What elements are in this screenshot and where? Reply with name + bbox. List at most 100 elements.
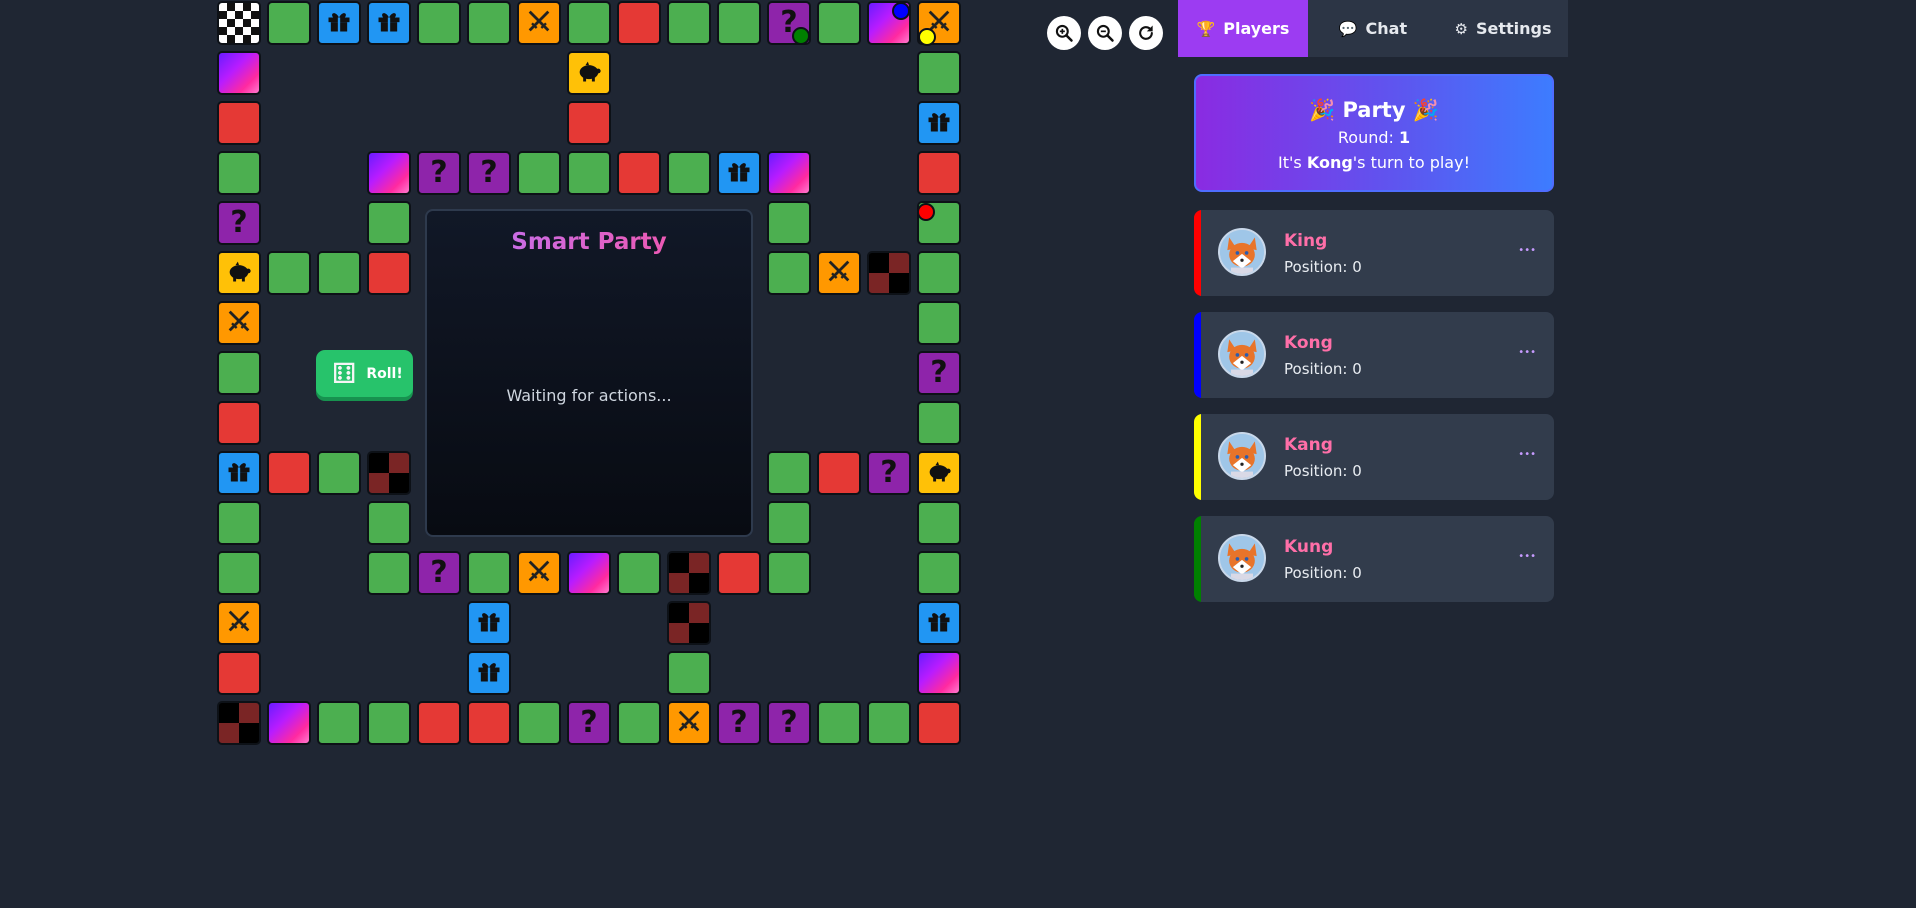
- board-tile-green: [867, 701, 911, 745]
- board-tile-orange: [667, 701, 711, 745]
- player-card[interactable]: King Position: 0 •••: [1194, 210, 1554, 296]
- board-tile-green: [617, 701, 661, 745]
- sidebar: 🏆 Players 💬 Chat ⚙ Settings 🎉 Party 🎉 Ro…: [1178, 0, 1568, 743]
- crossed-swords-icon: [675, 707, 703, 739]
- player-card[interactable]: Kang Position: 0 •••: [1194, 414, 1554, 500]
- board-tile-purple: ?: [917, 351, 961, 395]
- more-options-icon[interactable]: •••: [1518, 551, 1536, 562]
- board-tile-rainbow: [217, 51, 261, 95]
- roll-button[interactable]: ⚅ Roll!: [316, 350, 413, 397]
- board-tile-rainbow: [567, 551, 611, 595]
- board-tile-green: [717, 1, 761, 45]
- board-tile-green: [917, 551, 961, 595]
- avatar: [1218, 330, 1266, 378]
- zoom-out-button[interactable]: [1088, 16, 1122, 50]
- board-tile-green: [217, 551, 261, 595]
- position-value: 0: [1352, 462, 1362, 480]
- position-label: Position:: [1284, 360, 1348, 378]
- board-tile-blue: [467, 601, 511, 645]
- board-tile-green: [667, 1, 711, 45]
- gift-icon: [325, 7, 353, 39]
- board-tile-red: [217, 651, 261, 695]
- board-tile-green: [317, 701, 361, 745]
- crossed-swords-icon: [825, 257, 853, 289]
- reset-icon: [1139, 25, 1153, 40]
- center-panel: Smart Party Waiting for actions...: [425, 209, 753, 537]
- board-tile-green: [217, 501, 261, 545]
- question-mark-icon: ?: [480, 155, 498, 190]
- board-tile-orange: [217, 301, 261, 345]
- player-name: King: [1284, 231, 1328, 251]
- zoom-in-button[interactable]: [1047, 16, 1081, 50]
- question-mark-icon: ?: [880, 455, 898, 490]
- board-tile-purple: ?: [767, 701, 811, 745]
- tab-players[interactable]: 🏆 Players: [1178, 0, 1308, 57]
- gift-icon: [475, 657, 503, 689]
- more-options-icon[interactable]: •••: [1518, 449, 1536, 460]
- board-tile-red: [917, 701, 961, 745]
- board-tile-yellow: [567, 51, 611, 95]
- player-position: Position: 0: [1284, 360, 1362, 378]
- board-tile-green: [367, 701, 411, 745]
- gift-icon: [925, 107, 953, 139]
- board-tile-blue: [317, 1, 361, 45]
- tab-players-label: Players: [1223, 19, 1290, 38]
- board-tile-green: [567, 151, 611, 195]
- question-mark-icon: ?: [230, 205, 248, 240]
- player-card[interactable]: Kong Position: 0 •••: [1194, 312, 1554, 398]
- board-tile-orange: [817, 251, 861, 295]
- board-tile-purple: ?: [867, 451, 911, 495]
- tab-chat[interactable]: 💬 Chat: [1308, 0, 1438, 57]
- position-label: Position:: [1284, 258, 1348, 276]
- board-tile-green: [367, 201, 411, 245]
- board-tile-red: [267, 451, 311, 495]
- player-name: Kang: [1284, 435, 1333, 455]
- board-tile-rainbow: [917, 651, 961, 695]
- board-tile-blue: [717, 151, 761, 195]
- center-title: Smart Party: [427, 229, 751, 255]
- board-tile-rainbow: [267, 701, 311, 745]
- board-tile-red: [567, 101, 611, 145]
- board-tile-green: [267, 1, 311, 45]
- tab-bar: 🏆 Players 💬 Chat ⚙ Settings: [1178, 0, 1568, 57]
- trophy-icon: 🏆: [1196, 19, 1216, 38]
- board-tile-red: [917, 151, 961, 195]
- party-card: 🎉 Party 🎉 Round: 1 It's Kong's turn to p…: [1194, 74, 1554, 192]
- player-token-red: [917, 203, 935, 221]
- board-tile-blue: [217, 451, 261, 495]
- board-tile-green: [667, 651, 711, 695]
- board-tile-finish: [217, 1, 261, 45]
- round-indicator: Round: 1: [1196, 128, 1552, 147]
- board-tile-blue: [917, 101, 961, 145]
- board-tile-red: [467, 701, 511, 745]
- player-card[interactable]: Kung Position: 0 •••: [1194, 516, 1554, 602]
- more-options-icon[interactable]: •••: [1518, 347, 1536, 358]
- board-tile-purple: ?: [567, 701, 611, 745]
- player-name: Kung: [1284, 537, 1334, 557]
- player-name: Kong: [1284, 333, 1333, 353]
- tab-settings-label: Settings: [1475, 19, 1552, 38]
- reset-view-button[interactable]: [1129, 16, 1163, 50]
- tab-chat-label: Chat: [1365, 19, 1408, 38]
- board-tile-blue: [467, 651, 511, 695]
- board-tile-checker: [367, 451, 411, 495]
- board-tile-red: [617, 151, 661, 195]
- board-tile-green: [917, 301, 961, 345]
- player-token-green: [792, 27, 810, 45]
- position-label: Position:: [1284, 564, 1348, 582]
- question-mark-icon: ?: [580, 705, 598, 740]
- board-tile-green: [817, 701, 861, 745]
- board-tile-orange: [217, 601, 261, 645]
- more-options-icon[interactable]: •••: [1518, 245, 1536, 256]
- board-tile-green: [767, 251, 811, 295]
- board-tile-green: [467, 551, 511, 595]
- round-label: Round:: [1337, 128, 1394, 147]
- board-tile-green: [767, 551, 811, 595]
- board-tile-green: [667, 151, 711, 195]
- avatar: [1218, 432, 1266, 480]
- player-color-stripe: [1194, 210, 1201, 296]
- tab-settings[interactable]: ⚙ Settings: [1438, 0, 1568, 57]
- board-tile-blue: [917, 601, 961, 645]
- board-tile-green: [817, 1, 861, 45]
- avatar: [1218, 534, 1266, 582]
